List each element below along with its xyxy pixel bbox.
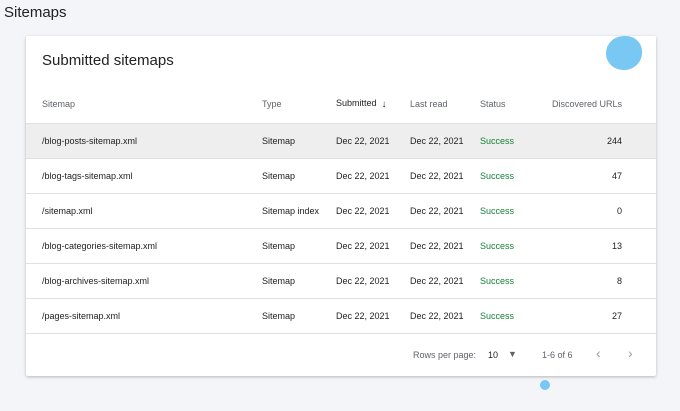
cell-discovered-urls: 13 [540,228,656,264]
cell-sitemap: /blog-archives-sitemap.xml [26,263,262,299]
cell-type: Sitemap [262,228,336,264]
sitemaps-table: Sitemap Type Submitted ↓ Last read Status… [26,85,656,334]
cell-sitemap: /blog-posts-sitemap.xml [26,123,262,159]
cell-type: Sitemap [262,158,336,194]
column-header-sitemap[interactable]: Sitemap [26,85,262,124]
cell-status: Success [480,228,540,264]
chevron-right-icon[interactable]: › [628,345,633,361]
column-header-type[interactable]: Type [262,85,336,124]
cell-discovered-urls: 244 [540,123,656,159]
cell-status: Success [480,193,540,229]
decorative-dot [540,380,550,390]
cell-last-read: Dec 22, 2021 [410,123,480,159]
cell-submitted: Dec 22, 2021 [336,228,410,264]
caret-down-icon[interactable]: ▼ [508,349,517,359]
cell-submitted: Dec 22, 2021 [336,263,410,299]
cell-last-read: Dec 22, 2021 [410,228,480,264]
rows-per-page-select[interactable]: 10 [488,350,498,360]
pagination-range: 1-6 of 6 [542,350,573,360]
card-title: Submitted sitemaps [42,52,174,69]
cell-type: Sitemap [262,123,336,159]
column-header-discovered-urls[interactable]: Discovered URLs [540,85,656,124]
chevron-left-icon[interactable]: ‹ [596,345,601,361]
table-footer: Rows per page: 10 ▼ 1-6 of 6 ‹ › [26,336,656,374]
cell-last-read: Dec 22, 2021 [410,298,480,334]
column-header-last-read[interactable]: Last read [410,85,480,124]
cell-discovered-urls: 8 [540,263,656,299]
cell-discovered-urls: 47 [540,158,656,194]
cell-type: Sitemap index [262,193,336,229]
cell-sitemap: /pages-sitemap.xml [26,298,262,334]
arrow-down-icon: ↓ [381,98,387,110]
table-header-row: Sitemap Type Submitted ↓ Last read Status… [26,85,656,124]
cell-status: Success [480,123,540,159]
cell-discovered-urls: 0 [540,193,656,229]
submitted-sitemaps-card: Submitted sitemaps Sitemap Type Submitte… [26,36,656,376]
cell-last-read: Dec 22, 2021 [410,193,480,229]
table-row[interactable]: /sitemap.xml Sitemap index Dec 22, 2021 … [26,193,656,229]
cell-status: Success [480,158,540,194]
column-header-status[interactable]: Status [480,85,540,124]
table-row[interactable]: /blog-posts-sitemap.xml Sitemap Dec 22, … [26,123,656,159]
cell-submitted: Dec 22, 2021 [336,193,410,229]
table-row[interactable]: /blog-archives-sitemap.xml Sitemap Dec 2… [26,263,656,299]
page-title: Sitemaps [4,4,67,21]
cell-submitted: Dec 22, 2021 [336,158,410,194]
table-row[interactable]: /blog-categories-sitemap.xml Sitemap Dec… [26,228,656,264]
cell-status: Success [480,263,540,299]
column-header-submitted[interactable]: Submitted ↓ [336,85,410,124]
cell-type: Sitemap [262,298,336,334]
cell-last-read: Dec 22, 2021 [410,158,480,194]
cell-submitted: Dec 22, 2021 [336,123,410,159]
cell-last-read: Dec 22, 2021 [410,263,480,299]
column-header-submitted-label: Submitted [336,97,377,108]
cell-type: Sitemap [262,263,336,299]
cell-status: Success [480,298,540,334]
table-row[interactable]: /blog-tags-sitemap.xml Sitemap Dec 22, 2… [26,158,656,194]
table-row[interactable]: /pages-sitemap.xml Sitemap Dec 22, 2021 … [26,298,656,334]
cell-sitemap: /sitemap.xml [26,193,262,229]
cell-sitemap: /blog-tags-sitemap.xml [26,158,262,194]
cell-sitemap: /blog-categories-sitemap.xml [26,228,262,264]
rows-per-page-label: Rows per page: [413,350,477,360]
cell-submitted: Dec 22, 2021 [336,298,410,334]
cell-discovered-urls: 27 [540,298,656,334]
decorative-blob [606,36,642,70]
